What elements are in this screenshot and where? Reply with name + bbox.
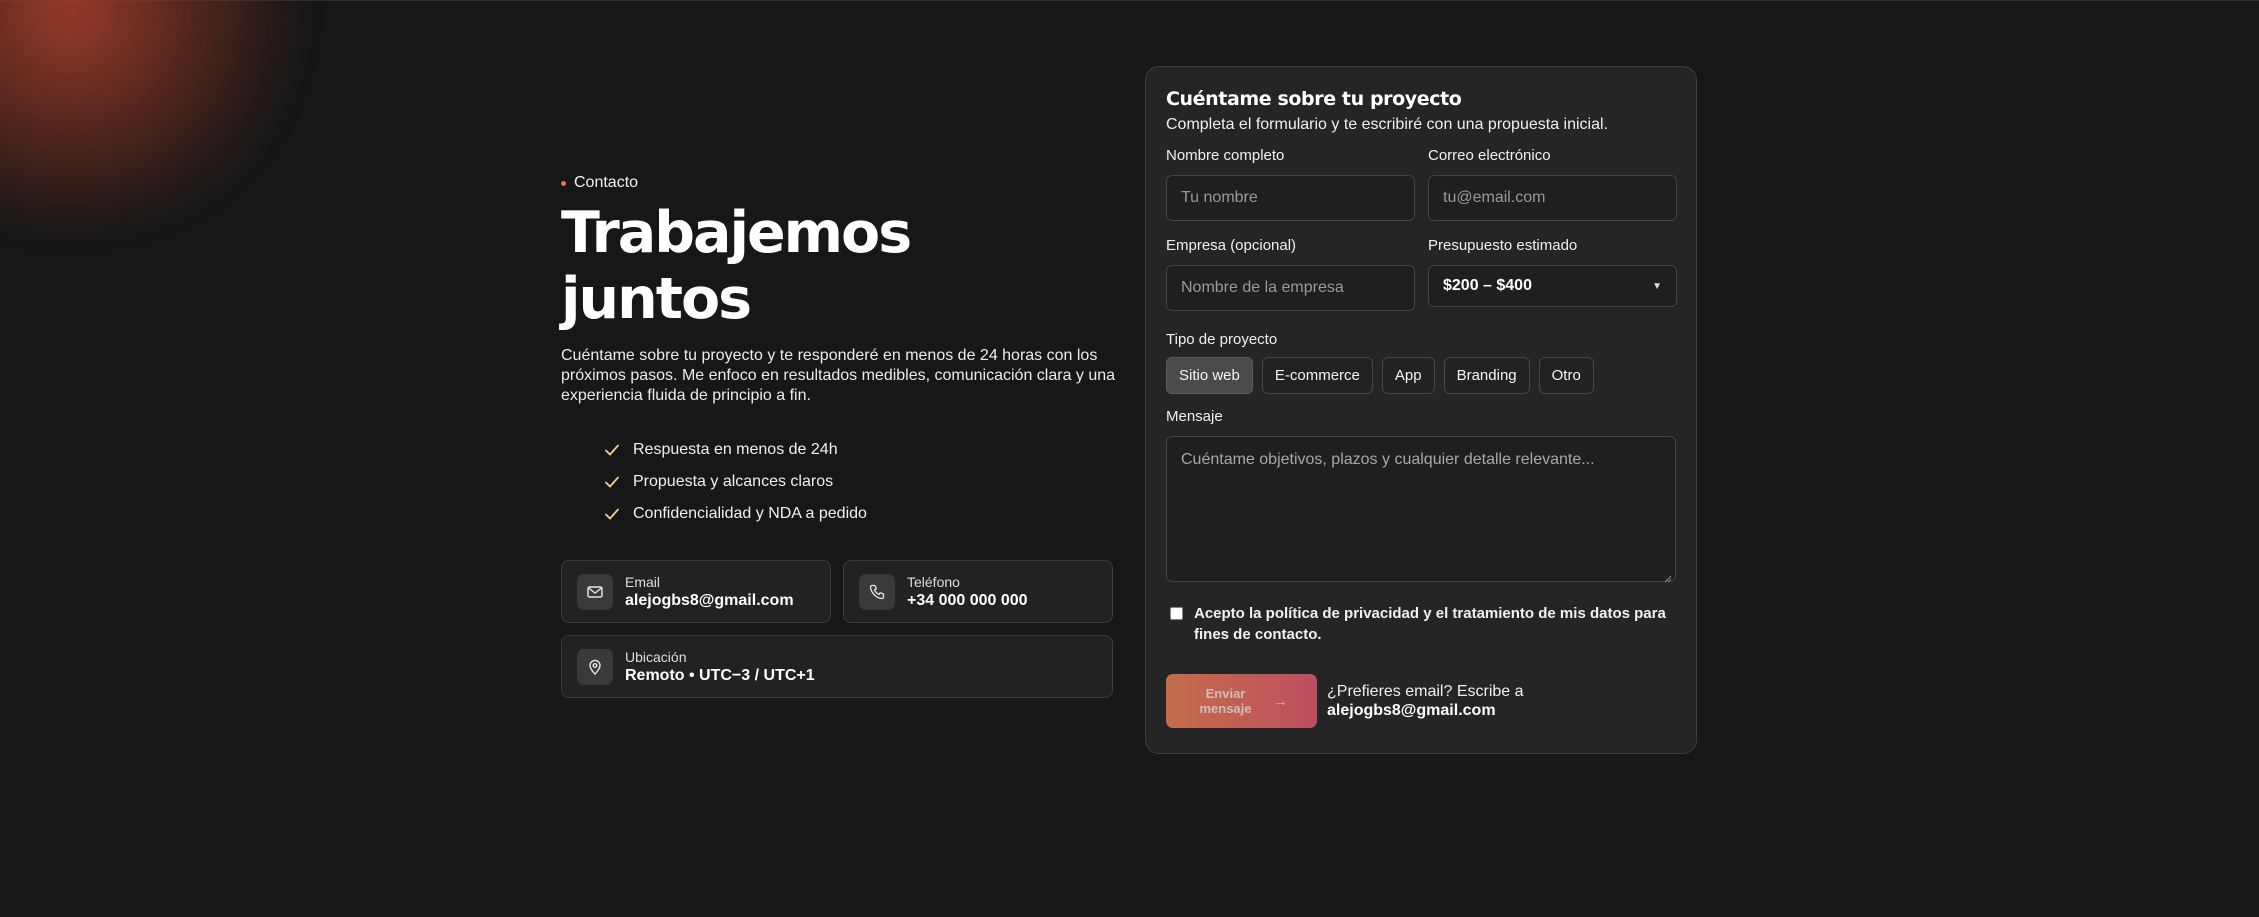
location-card: Ubicación Remoto • UTC−3 / UTC+1 [561,635,1113,698]
check-icon [605,476,619,488]
form-title: Cuéntame sobre tu proyecto [1166,88,1462,110]
chip-sitio-web[interactable]: Sitio web [1166,357,1253,394]
name-label: Nombre completo [1166,147,1285,164]
benefit-label: Propuesta y alcances claros [633,473,834,490]
location-card-text: Ubicación Remoto • UTC−3 / UTC+1 [625,649,815,685]
name-email-row: Nombre completo Correo electrónico [1166,147,1677,221]
name-input[interactable] [1166,175,1415,221]
eyebrow-label: Contacto [574,174,639,191]
decorative-glow [0,0,320,220]
arrow-right-icon: → [1273,693,1288,709]
phone-card-text: Teléfono +34 000 000 000 [907,574,1028,610]
company-input[interactable] [1166,265,1415,311]
company-budget-row: Empresa (opcional) Presupuesto estimado … [1166,237,1677,311]
consent-row: Acepto la política de privacidad y el tr… [1170,603,1676,645]
email-card-label: Email [625,573,661,590]
email-group: Correo electrónico [1428,147,1677,221]
benefit-item: Confidencialidad y NDA a pedido [603,498,1113,530]
contact-intro: Contacto Trabajemos juntos Cuéntame sobr… [561,174,1115,698]
budget-select[interactable]: $200 – $400 ▼ [1428,265,1677,307]
phone-card-value[interactable]: +34 000 000 000 [907,591,1028,610]
company-label: Empresa (opcional) [1166,237,1297,254]
alt-contact-email[interactable]: alejogbs8@gmail.com [1327,702,1496,719]
consent-checkbox[interactable] [1170,607,1183,620]
email-input[interactable] [1428,175,1677,221]
contact-form: Cuéntame sobre tu proyecto Completa el f… [1145,66,1697,754]
section-eyebrow: Contacto [561,174,1113,192]
phone-icon [859,573,895,610]
alt-contact: ¿Prefieres email? Escribe a alejogbs8@gm… [1327,682,1524,720]
form-subtitle: Completa el formulario y te escribiré co… [1166,116,1608,133]
location-card-value: Remoto • UTC−3 / UTC+1 [625,666,815,684]
phone-card-label: Teléfono [907,573,960,590]
benefit-label: Respuesta en menos de 24h [633,441,838,458]
check-icon [605,444,619,456]
budget-label: Presupuesto estimado [1428,237,1578,254]
company-group: Empresa (opcional) [1166,237,1415,311]
project-type-label: Tipo de proyecto [1166,331,1278,348]
chip-branding[interactable]: Branding [1443,357,1530,394]
chip-otro[interactable]: Otro [1538,357,1594,394]
email-card-text: Email alejogbs8@gmail.com [625,574,794,610]
message-group: Mensaje [1166,408,1676,587]
chip-app[interactable]: App [1381,357,1435,394]
top-divider [0,0,2259,1]
email-card-value[interactable]: alejogbs8@gmail.com [625,591,794,610]
budget-value: $200 – $400 [1443,277,1532,294]
location-card-label: Ubicación [625,648,687,665]
mail-icon [577,573,613,610]
alt-contact-prefix: ¿Prefieres email? Escribe a [1327,683,1524,700]
benefit-label: Confidencialidad y NDA a pedido [633,505,867,522]
resize-grip-icon[interactable] [1662,573,1672,583]
dot-icon [561,180,566,186]
consent-text: Acepto la política de privacidad y el tr… [1194,605,1666,643]
benefits-list: Respuesta en menos de 24h Propuesta y al… [603,434,1113,530]
benefit-item: Respuesta en menos de 24h [603,434,1113,466]
chip-e-commerce[interactable]: E-commerce [1261,357,1373,394]
message-label: Mensaje [1166,408,1223,425]
email-label: Correo electrónico [1428,147,1551,164]
email-card[interactable]: Email alejogbs8@gmail.com [561,560,831,623]
page-title: Trabajemos juntos [561,200,912,332]
intro-paragraph: Cuéntame sobre tu proyecto y te responde… [561,347,1116,404]
phone-card[interactable]: Teléfono +34 000 000 000 [843,560,1113,623]
message-textarea[interactable] [1166,436,1676,582]
submit-label: Enviar mensaje [1199,686,1252,716]
contact-page: Contacto Trabajemos juntos Cuéntame sobr… [0,0,2259,917]
project-type-group: Tipo de proyecto Sitio web E-commerce Ap… [1166,331,1676,394]
contact-cards: Email alejogbs8@gmail.com Teléfono +34 0… [561,560,1113,698]
message-wrapper [1166,436,1676,587]
check-icon [605,508,619,520]
project-type-chips: Sitio web E-commerce App Branding Otro [1166,357,1676,394]
map-pin-icon [577,648,613,685]
name-group: Nombre completo [1166,147,1415,221]
submit-button[interactable]: Enviar mensaje → [1166,674,1317,728]
caret-down-icon: ▼ [1652,280,1662,292]
benefit-item: Propuesta y alcances claros [603,466,1113,498]
budget-group: Presupuesto estimado $200 – $400 ▼ [1428,237,1677,311]
submit-row: Enviar mensaje → ¿Prefieres email? Escri… [1166,674,1676,728]
